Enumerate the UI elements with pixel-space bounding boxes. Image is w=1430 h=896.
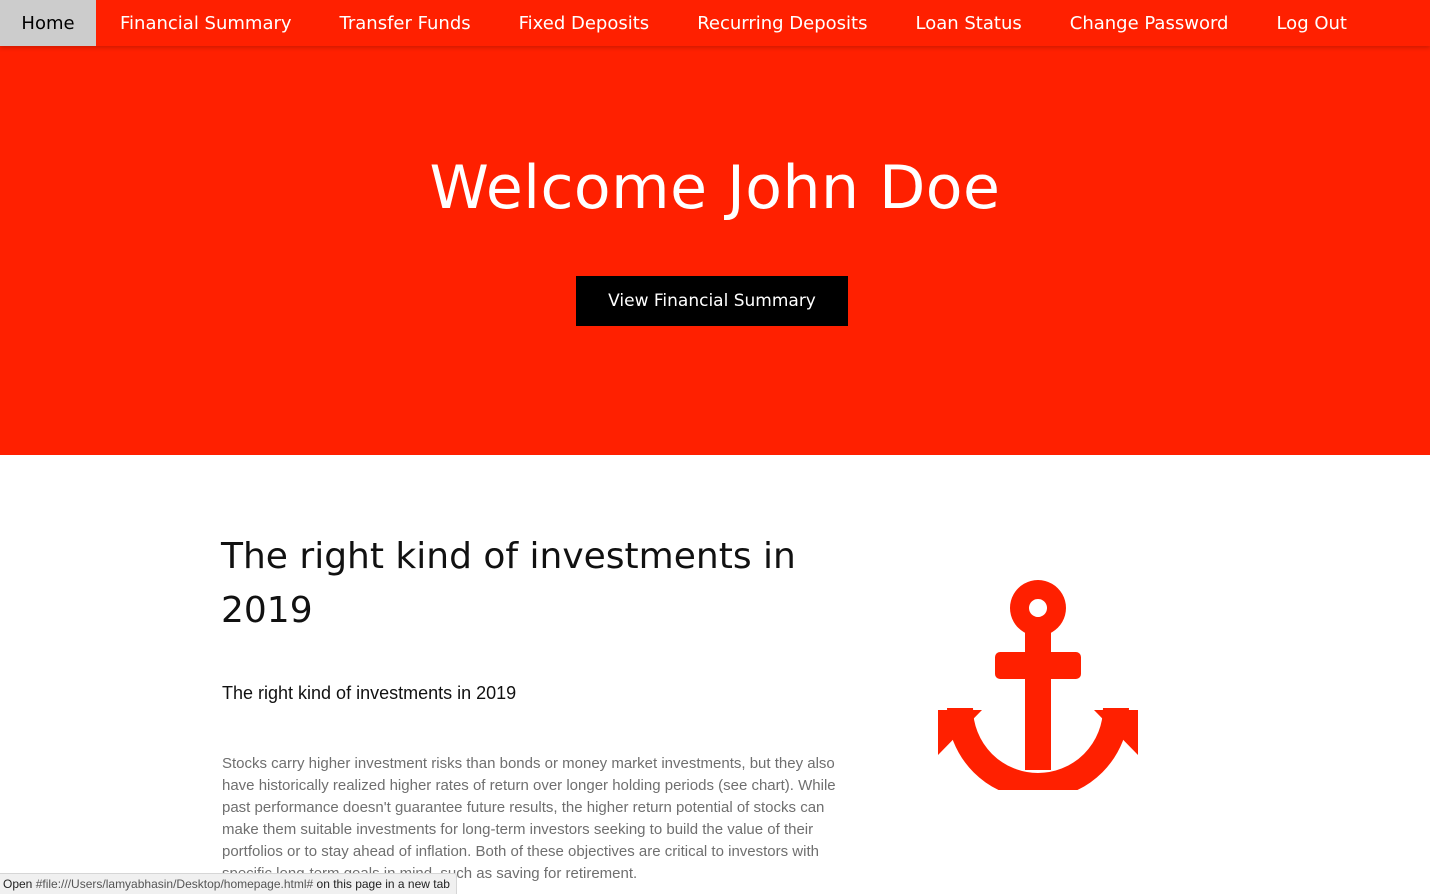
nav-financial-summary[interactable]: Financial Summary <box>96 0 316 46</box>
nav-change-password[interactable]: Change Password <box>1046 0 1253 46</box>
section-heading: The right kind of investments in 2019 <box>221 536 796 631</box>
welcome-title: Welcome John Doe <box>429 153 1001 223</box>
nav-recurring-deposits[interactable]: Recurring Deposits <box>673 0 891 46</box>
anchor-icon <box>938 580 1138 790</box>
nav-transfer-funds[interactable]: Transfer Funds <box>316 0 495 46</box>
section-body-text: Stocks carry higher investment risks tha… <box>222 755 836 882</box>
view-financial-summary-button[interactable]: View Financial Summary <box>576 276 848 326</box>
section-subheading: The right kind of investments in 2019 <box>222 683 517 703</box>
nav-log-out[interactable]: Log Out <box>1252 0 1371 46</box>
status-bar-url: #file:///Users/lamyabhasin/Desktop/homep… <box>35 877 314 891</box>
hero-banner: Welcome John Doe View Financial Summary <box>0 46 1430 455</box>
status-bar-prefix: Open <box>3 877 36 891</box>
browser-status-bar: Open #file:///Users/lamyabhasin/Desktop/… <box>0 873 457 894</box>
nav-home[interactable]: Home <box>0 0 96 46</box>
nav-loan-status[interactable]: Loan Status <box>892 0 1046 46</box>
status-bar-suffix: on this page in a new tab <box>313 877 450 891</box>
nav-fixed-deposits[interactable]: Fixed Deposits <box>495 0 674 46</box>
top-navigation: Home Financial Summary Transfer Funds Fi… <box>0 0 1430 46</box>
main-content: The right kind of investments in 2019 Th… <box>0 455 1430 896</box>
